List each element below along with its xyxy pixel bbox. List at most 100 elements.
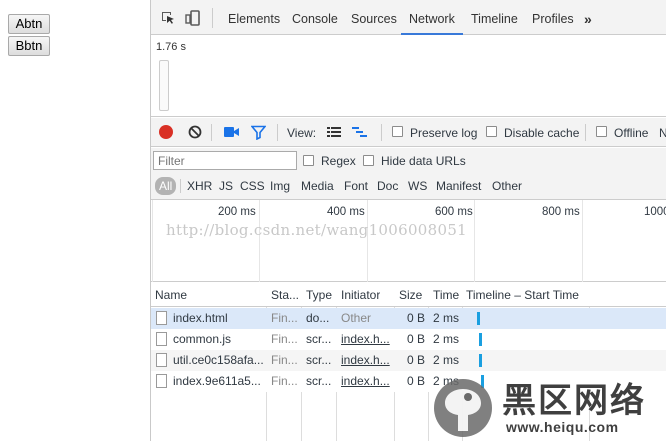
request-name: index.9e611a5...	[173, 374, 261, 388]
timeline-tick-label: 1000	[644, 206, 666, 218]
filter-type-ws[interactable]: WS	[408, 179, 427, 193]
watermark-text: http://blog.csdn.net/wang1006008051	[166, 221, 468, 239]
script-file-icon	[156, 353, 167, 367]
waterfall-bar	[479, 354, 482, 367]
filter-type-separator	[180, 179, 181, 193]
request-time: 2 ms	[433, 353, 460, 367]
request-size: 0 B	[406, 374, 425, 388]
heiqu-logo: 黑区网络 www.heiqu.com	[430, 371, 666, 441]
request-name: common.js	[173, 332, 232, 346]
request-size: 0 B	[406, 332, 425, 346]
offline-checkbox[interactable]	[596, 126, 607, 137]
column-header-type[interactable]: Type	[306, 283, 332, 307]
timeline-gridline	[474, 200, 475, 282]
device-mode-icon[interactable]	[185, 10, 201, 29]
timeline-gridline	[152, 200, 153, 282]
filter-type-img[interactable]: Img	[270, 179, 290, 193]
preserve-log-checkbox[interactable]	[392, 126, 403, 137]
request-time: 2 ms	[433, 311, 460, 325]
request-time: 2 ms	[433, 332, 460, 346]
timeline-tick-label: 600 ms	[435, 206, 473, 218]
network-filterbar: Regex Hide data URLs All XHR JS CSS Img …	[151, 148, 666, 200]
inspect-element-icon[interactable]	[160, 10, 176, 29]
regex-checkbox[interactable]	[303, 155, 314, 166]
more-tabs-button[interactable]: »	[584, 0, 600, 35]
table-row[interactable]: util.ce0c158afa... Fin... scr... index.h…	[151, 350, 666, 371]
overview-time-label: 1.76 s	[156, 41, 186, 53]
column-header-name[interactable]: Name	[155, 283, 187, 307]
filter-type-media[interactable]: Media	[301, 179, 334, 193]
toolbar-separator	[211, 124, 212, 141]
request-status: Fin...	[271, 374, 298, 388]
tab-sources[interactable]: Sources	[345, 0, 401, 35]
toolbar-separator	[585, 124, 586, 141]
disable-cache-label: Disable cache	[504, 126, 580, 140]
timeline-gridline	[259, 200, 260, 282]
network-overview: 1.76 s	[151, 35, 666, 117]
request-type: scr...	[306, 353, 332, 367]
column-header-initiator[interactable]: Initiator	[341, 283, 380, 307]
request-type: do...	[306, 311, 330, 325]
overview-scroll-handle[interactable]	[159, 60, 169, 111]
request-initiator-link[interactable]: index.h...	[341, 350, 393, 371]
record-icon[interactable]	[159, 125, 173, 139]
script-file-icon	[156, 374, 167, 388]
tab-profiles[interactable]: Profiles	[526, 0, 582, 35]
logo-url: www.heiqu.com	[506, 419, 619, 435]
waterfall-bar	[479, 333, 482, 346]
tab-timeline[interactable]: Timeline	[465, 0, 525, 35]
timeline-tick-label: 800 ms	[542, 206, 580, 218]
table-row[interactable]: common.js Fin... scr... index.h... 0 B 2…	[151, 329, 666, 350]
hide-data-urls-checkbox[interactable]	[363, 155, 374, 166]
logo-title: 黑区网络	[502, 381, 646, 421]
waterfall-view-icon[interactable]	[352, 127, 367, 141]
offline-label: Offline	[614, 126, 649, 140]
page-content: Abtn Bbtn	[0, 0, 151, 441]
large-rows-icon[interactable]	[327, 127, 341, 141]
column-header-status[interactable]: Sta...	[271, 283, 299, 307]
disable-cache-checkbox[interactable]	[486, 126, 497, 137]
filter-input[interactable]	[153, 151, 297, 170]
request-type: scr...	[306, 374, 332, 388]
column-header-size[interactable]: Size	[399, 283, 422, 307]
request-status: Fin...	[271, 311, 298, 325]
table-header: Name Sta... Type Initiator Size Time Tim…	[151, 283, 666, 307]
column-header-timeline[interactable]: Timeline – Start Time	[466, 283, 579, 307]
request-status: Fin...	[271, 353, 298, 367]
toolbar-separator	[381, 124, 382, 141]
column-header-time[interactable]: Time	[433, 283, 459, 307]
filter-type-css[interactable]: CSS	[240, 179, 265, 193]
document-file-icon	[156, 311, 167, 325]
request-initiator-link[interactable]: index.h...	[341, 329, 393, 350]
clear-icon[interactable]	[188, 125, 202, 142]
script-file-icon	[156, 332, 167, 346]
hide-data-urls-label: Hide data URLs	[381, 154, 466, 168]
filter-type-manifest[interactable]: Manifest	[436, 179, 481, 193]
filter-funnel-icon[interactable]	[250, 125, 267, 143]
capture-screenshots-icon[interactable]	[224, 126, 240, 141]
timeline-tick-label: 200 ms	[218, 206, 256, 218]
filter-type-js[interactable]: JS	[219, 179, 233, 193]
timeline-gridline	[582, 200, 583, 282]
devtools-tabbar: Elements Console Sources Network Timelin…	[151, 0, 666, 35]
filter-type-xhr[interactable]: XHR	[187, 179, 212, 193]
bbtn-button[interactable]: Bbtn	[8, 36, 50, 56]
tab-network[interactable]: Network	[401, 0, 463, 35]
request-type: scr...	[306, 332, 332, 346]
logo-mark-icon	[434, 379, 492, 437]
table-row[interactable]: index.html Fin... do... Other 0 B 2 ms	[151, 308, 666, 329]
tab-console[interactable]: Console	[286, 0, 340, 35]
throttling-label: N	[659, 126, 666, 140]
tab-elements[interactable]: Elements	[222, 0, 282, 35]
timeline-ruler: 200 ms 400 ms 600 ms 800 ms 1000	[151, 200, 666, 282]
request-name: index.html	[173, 311, 228, 325]
filter-type-all[interactable]: All	[155, 177, 177, 195]
request-initiator-link[interactable]: index.h...	[341, 371, 393, 392]
timeline-tick-label: 400 ms	[327, 206, 365, 218]
filter-type-doc[interactable]: Doc	[377, 179, 398, 193]
network-toolbar: View: Preserve log Disable cache Offline…	[151, 118, 666, 147]
abtn-button[interactable]: Abtn	[8, 14, 50, 34]
timeline-gridline	[367, 200, 368, 282]
filter-type-other[interactable]: Other	[492, 179, 522, 193]
filter-type-font[interactable]: Font	[344, 179, 368, 193]
